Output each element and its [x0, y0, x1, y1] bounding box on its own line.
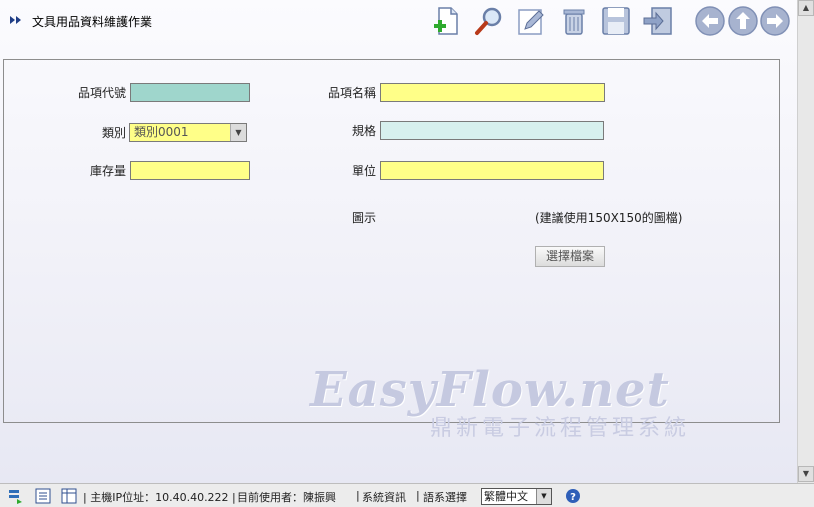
- main-page: 文具用品資料維護作業 品項代號 品項名稱 類別 類別0001 ▼ 規格 庫存量 …: [0, 0, 797, 483]
- spec-input[interactable]: [380, 121, 604, 140]
- image-hint: (建議使用150X150的圖檔): [535, 211, 683, 225]
- unit-label: 單位: [351, 164, 376, 178]
- edit-icon[interactable]: [515, 5, 547, 37]
- double-arrow-icon: [10, 16, 21, 24]
- forward-icon[interactable]: [759, 5, 791, 37]
- host-ip-text: 主機IP位址：10.40.40.222: [90, 491, 229, 504]
- workflow-icon[interactable]: [8, 488, 24, 504]
- spec-label: 規格: [351, 124, 376, 138]
- separator: |: [356, 489, 360, 502]
- image-label: 圖示: [351, 211, 376, 225]
- delete-icon[interactable]: [558, 5, 590, 37]
- table-icon[interactable]: [61, 488, 77, 504]
- exit-icon[interactable]: [642, 5, 674, 37]
- host-ip: | 主機IP位址：10.40.40.222 |: [83, 491, 236, 504]
- category-value: 類別0001: [134, 125, 189, 139]
- save-icon[interactable]: [600, 5, 632, 37]
- help-icon[interactable]: ?: [565, 488, 581, 504]
- stock-label: 庫存量: [89, 164, 126, 178]
- system-info-link[interactable]: 系統資訊: [362, 489, 406, 505]
- item-code-input[interactable]: [130, 83, 250, 102]
- choose-file-button[interactable]: 選擇檔案: [535, 246, 605, 267]
- vertical-scrollbar[interactable]: ▲ ▼: [797, 0, 814, 483]
- category-select[interactable]: 類別0001 ▼: [129, 123, 247, 142]
- watermark-logo: EasyFlow.net 鼎新電子流程管理系統: [310, 362, 686, 441]
- svg-text:?: ?: [570, 492, 576, 503]
- list-icon[interactable]: [35, 488, 51, 504]
- page-title: 文具用品資料維護作業: [32, 15, 153, 29]
- chevron-down-icon[interactable]: ▼: [230, 124, 246, 141]
- scroll-down-icon[interactable]: ▼: [798, 466, 814, 482]
- header-bar: 文具用品資料維護作業: [0, 0, 797, 44]
- watermark-subtitle: 鼎新電子流程管理系統: [430, 416, 691, 441]
- unit-input[interactable]: [380, 161, 604, 180]
- language-select[interactable]: 繁體中文 ▼: [481, 488, 552, 505]
- stock-input[interactable]: [130, 161, 250, 180]
- up-icon[interactable]: [727, 5, 759, 37]
- back-icon[interactable]: [694, 5, 726, 37]
- separator: |: [416, 489, 420, 502]
- language-value: 繁體中文: [484, 490, 528, 503]
- item-name-label: 品項名稱: [327, 86, 376, 100]
- search-icon[interactable]: [473, 5, 505, 37]
- category-label: 類別: [101, 126, 126, 140]
- chevron-down-icon[interactable]: ▼: [536, 489, 551, 504]
- add-icon[interactable]: [431, 5, 463, 37]
- status-bar: | 主機IP位址：10.40.40.222 | 目前使用者：陳振興 | 系統資訊…: [0, 483, 814, 507]
- language-label: 語系選擇: [423, 491, 467, 504]
- item-code-label: 品項代號: [77, 86, 126, 100]
- item-name-input[interactable]: [380, 83, 605, 102]
- scroll-up-icon[interactable]: ▲: [798, 0, 814, 16]
- current-user: 目前使用者：陳振興: [237, 491, 336, 504]
